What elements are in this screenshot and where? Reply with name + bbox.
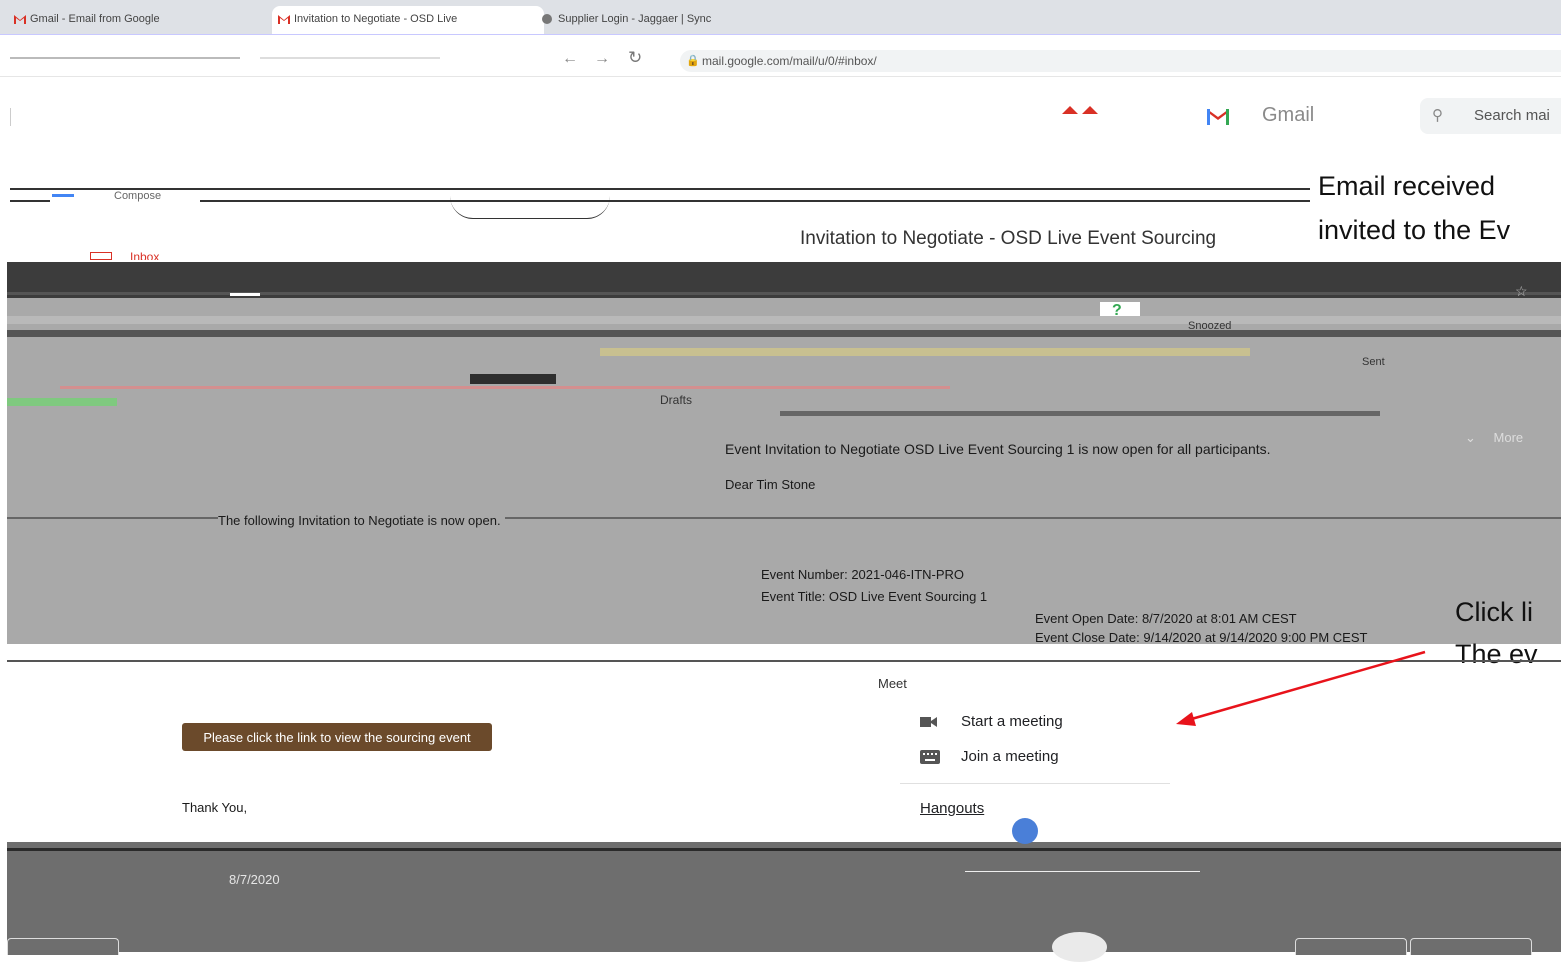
gmail-icon (278, 15, 290, 24)
divider (965, 871, 1200, 872)
callout-text: Email received (1318, 171, 1496, 201)
view-sourcing-event-button[interactable]: Please click the link to view the sourci… (182, 723, 492, 751)
callout-text: The ev (1455, 639, 1538, 669)
divider (60, 386, 950, 389)
browser-tab[interactable]: Gmail - Email from Google (8, 6, 280, 34)
back-icon[interactable]: ← (562, 50, 578, 68)
search-icon[interactable]: ⚲ (1432, 98, 1443, 134)
bookmarks-bar (0, 50, 560, 68)
forward-icon[interactable]: → (594, 50, 610, 68)
bookmark-items[interactable] (260, 57, 440, 59)
url-text: mail.google.com/mail/u/0/#inbox/ (702, 54, 877, 68)
email-thanks: Thank You, (182, 800, 248, 815)
gmail-icon (14, 15, 26, 24)
hangouts-heading: Hangouts (920, 800, 985, 817)
meet-panel: Meet Start a meeting Join a meeting Hang… (878, 670, 1180, 830)
divider (230, 293, 260, 296)
gmail-logo-icon (1207, 109, 1229, 125)
bottom-overlay: 8/7/2020 (7, 842, 1561, 962)
tab-label: Supplier Login - Jaggaer | Sync (558, 13, 712, 25)
divider (7, 848, 1561, 851)
start-meeting-item[interactable]: Start a meeting (920, 712, 1170, 734)
keyboard-icon (920, 750, 940, 764)
compose-button[interactable]: Compose (50, 190, 200, 202)
gmail-logo-fragment (1062, 106, 1098, 114)
tab-label: Gmail - Email from Google (30, 13, 160, 25)
email-intro: The following Invitation to Negotiate is… (218, 513, 505, 528)
globe-icon (542, 14, 552, 24)
annotation-arrow (1176, 650, 1426, 726)
callout-text: Click li (1455, 597, 1533, 627)
event-close-date: Event Close Date: 9/14/2020 at 9/14/2020… (1035, 630, 1368, 645)
bookmark-items[interactable] (10, 57, 240, 59)
divider (600, 348, 1250, 356)
lock-icon: 🔒 (686, 55, 700, 67)
email-greeting: Dear Tim Stone (725, 477, 816, 492)
footer-chip[interactable] (1410, 938, 1532, 955)
divider (0, 34, 1561, 35)
dark-strip (7, 330, 1561, 337)
compose-icon (52, 194, 74, 197)
browser-tab-active[interactable]: Invitation to Negotiate - OSD Live (272, 6, 544, 34)
event-title: Event Title: OSD Live Event Sourcing 1 (761, 589, 988, 604)
join-meeting-item[interactable]: Join a meeting (920, 747, 1170, 769)
callout-text: invited to the Ev (1318, 215, 1511, 245)
event-open-date: Event Open Date: 8/7/2020 at 8:01 AM CES… (1035, 611, 1297, 626)
avatar[interactable] (1052, 932, 1107, 962)
video-camera-icon (920, 717, 937, 727)
divider (0, 76, 1561, 77)
divider (900, 783, 1170, 784)
divider (780, 411, 1380, 416)
start-meeting-label: Start a meeting (961, 713, 1063, 730)
search-bar[interactable]: ⚲ Search mai (1420, 98, 1561, 134)
nav-sent[interactable]: Sent (1362, 356, 1385, 368)
divider (7, 398, 117, 406)
divider (10, 188, 1310, 190)
email-headline: Event Invitation to Negotiate OSD Live E… (725, 441, 1271, 457)
browser-tab[interactable]: Supplier Login - Jaggaer | Sync (536, 6, 938, 34)
browser-tab-bar: Gmail - Email from Google Invitation to … (0, 0, 1561, 34)
divider (7, 316, 1561, 324)
search-input[interactable]: Search mai (1474, 98, 1550, 134)
address-bar[interactable]: 🔒 mail.google.com/mail/u/0/#inbox/ (680, 50, 1561, 72)
nav-drafts[interactable]: Drafts (660, 393, 692, 407)
join-meeting-label: Join a meeting (961, 748, 1059, 765)
hangouts-avatar[interactable] (1012, 818, 1038, 844)
more-label: More (1493, 430, 1524, 445)
inbox-icon (90, 252, 112, 260)
gmail-wordmark: Gmail (1262, 104, 1315, 126)
compose-label: Compose (114, 190, 162, 202)
event-number: Event Number: 2021-046-ITN-PRO (761, 567, 965, 582)
toolbar-row: Inbox (90, 250, 1290, 260)
nav-snoozed[interactable]: Snoozed (1188, 320, 1231, 332)
divider (450, 196, 610, 219)
meet-heading: Meet (878, 676, 907, 691)
chevron-down-icon: ⌄ (1465, 430, 1476, 445)
reload-icon[interactable]: ↻ (628, 48, 642, 68)
email-date: 8/7/2020 (229, 872, 280, 887)
divider (10, 108, 11, 126)
inbox-label[interactable]: Inbox (130, 250, 159, 260)
footer-chip[interactable] (7, 938, 119, 955)
star-icon[interactable]: ☆ (1515, 283, 1528, 300)
tab-label: Invitation to Negotiate - OSD Live (294, 13, 458, 25)
divider (470, 374, 556, 384)
email-subject: Invitation to Negotiate - OSD Live Event… (800, 228, 1217, 249)
more-menu[interactable]: ⌄ More (1465, 430, 1523, 446)
footer-chip[interactable] (1295, 938, 1407, 955)
divider (10, 200, 1310, 202)
